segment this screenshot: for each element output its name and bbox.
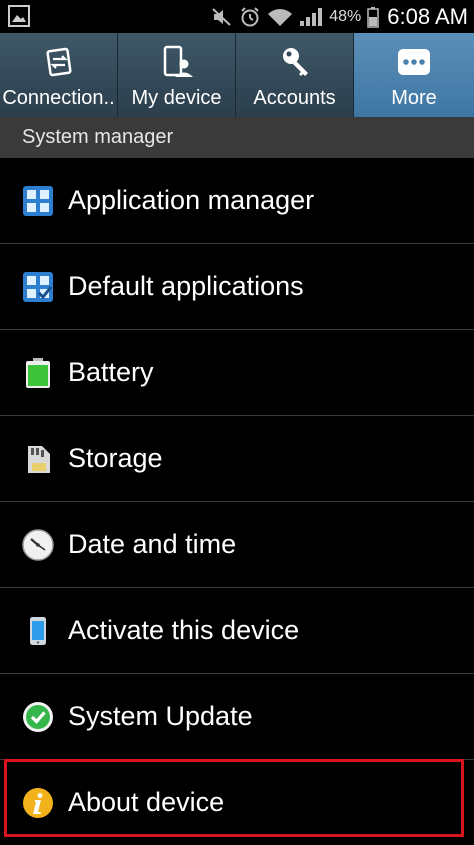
section-header: System manager bbox=[0, 117, 474, 158]
key-icon bbox=[282, 48, 308, 76]
phone-icon bbox=[30, 617, 46, 645]
connections-icon bbox=[45, 47, 72, 77]
item-label: Activate this device bbox=[68, 615, 300, 645]
status-bar: 48% 6:08 AM bbox=[0, 0, 474, 33]
wifi-icon bbox=[268, 8, 293, 26]
tab-label: Accounts bbox=[253, 87, 336, 109]
signal-icon bbox=[300, 7, 323, 26]
settings-tabs: Connection.. My device Accounts More bbox=[0, 33, 474, 117]
mute-icon bbox=[212, 7, 231, 26]
tab-my-device[interactable]: My device bbox=[118, 33, 236, 117]
list-item-battery[interactable]: Battery bbox=[0, 330, 474, 416]
list-item-application-manager[interactable]: Application manager bbox=[0, 158, 474, 244]
item-label: Default applications bbox=[68, 271, 304, 301]
tab-label: More bbox=[391, 87, 437, 109]
list-item-about-device[interactable]: About device bbox=[0, 760, 474, 845]
list-item-default-applications[interactable]: Default applications bbox=[0, 244, 474, 330]
tab-label: My device bbox=[131, 87, 222, 109]
tab-connections[interactable]: Connection.. bbox=[0, 33, 118, 117]
tab-more[interactable]: More bbox=[354, 33, 474, 117]
status-icons: 48% 6:08 AM bbox=[211, 0, 468, 33]
my-device-icon bbox=[163, 45, 193, 77]
clock-icon bbox=[22, 529, 54, 561]
item-label: Battery bbox=[68, 357, 154, 387]
tab-accounts[interactable]: Accounts bbox=[236, 33, 354, 117]
sd-card-icon bbox=[28, 446, 50, 473]
list-item-date-and-time[interactable]: Date and time bbox=[0, 502, 474, 588]
item-label: Date and time bbox=[68, 529, 237, 559]
item-label: About device bbox=[68, 787, 225, 817]
item-label: Application manager bbox=[68, 185, 315, 215]
gallery-icon bbox=[8, 5, 30, 27]
info-icon bbox=[23, 788, 53, 818]
battery-icon bbox=[26, 358, 50, 388]
list-item-storage[interactable]: Storage bbox=[0, 416, 474, 502]
more-icon bbox=[398, 49, 430, 75]
grid-icon bbox=[23, 186, 53, 216]
item-label: Storage bbox=[68, 443, 163, 473]
settings-list: Application manager Default applications… bbox=[0, 158, 474, 845]
alarm-icon bbox=[241, 6, 259, 26]
battery-icon bbox=[367, 6, 380, 28]
battery-percent: 48% bbox=[329, 7, 362, 25]
tab-label: Connection.. bbox=[2, 87, 115, 109]
list-item-system-update[interactable]: System Update bbox=[0, 674, 474, 760]
item-label: System Update bbox=[68, 701, 253, 731]
clock: 6:08 AM bbox=[387, 3, 468, 29]
check-circle-icon bbox=[23, 702, 53, 732]
list-item-activate-this-device[interactable]: Activate this device bbox=[0, 588, 474, 674]
grid-check-icon bbox=[23, 272, 53, 302]
